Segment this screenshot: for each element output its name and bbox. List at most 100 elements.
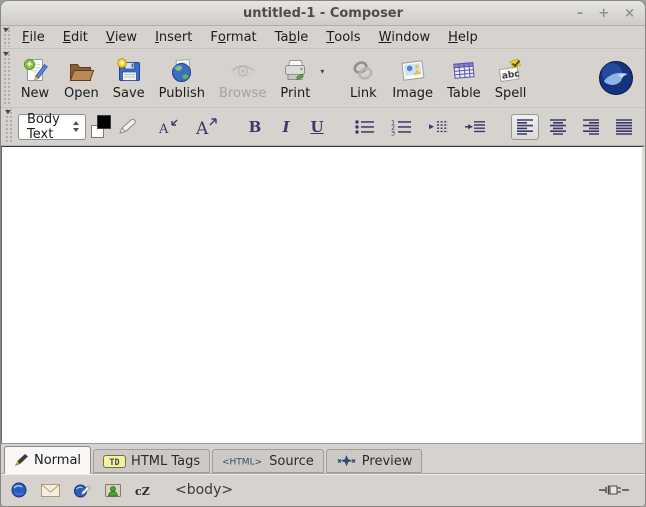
new-page-icon: [20, 56, 50, 86]
print-printer-icon: [280, 56, 310, 86]
toolbar-grippy[interactable]: [2, 51, 11, 105]
text-color-picker[interactable]: [91, 115, 111, 138]
statusbar: cZ <body>: [1, 474, 645, 506]
composer-icon[interactable]: [74, 483, 91, 498]
image-photo-icon: [398, 56, 428, 86]
menu-window[interactable]: Window: [370, 26, 440, 48]
tab-label: Source: [269, 453, 314, 469]
align-center-button[interactable]: [544, 114, 572, 140]
svg-text:A: A: [158, 122, 169, 137]
table-button[interactable]: Table: [440, 54, 488, 103]
paragraph-style-value: Body Text: [27, 111, 60, 142]
tab-preview[interactable]: Preview: [325, 449, 423, 473]
italic-button[interactable]: I: [273, 114, 299, 140]
open-button[interactable]: Open: [57, 54, 106, 103]
titlebar[interactable]: untitled-1 - Composer – + ×: [1, 1, 645, 26]
toolbar-button-label: Browse: [219, 85, 267, 101]
open-folder-icon: [66, 56, 96, 86]
align-center-icon: [550, 119, 566, 135]
menu-table[interactable]: Ta b le: [266, 26, 318, 48]
new-button[interactable]: New: [13, 54, 57, 103]
paragraph-style-spinner[interactable]: [68, 115, 85, 139]
table-grid-icon: [449, 56, 479, 86]
menu-tools[interactable]: Tools: [317, 26, 369, 48]
component-bar: cZ: [11, 482, 153, 498]
bullet-list-icon: [355, 119, 374, 134]
numbered-list-button[interactable]: 123: [386, 114, 418, 140]
toolbar-button-label: Save: [112, 85, 145, 101]
seamonkey-logo[interactable]: [598, 60, 634, 96]
bullet-list-button[interactable]: [349, 114, 381, 140]
toolbar-button-label: Spell: [494, 85, 527, 101]
image-button[interactable]: Image: [385, 54, 440, 103]
tab-html-tags[interactable]: TD HTML Tags: [93, 449, 211, 473]
menubar-grippy[interactable]: [2, 27, 11, 47]
justify-button[interactable]: [610, 114, 638, 140]
publish-globe-icon: [167, 56, 197, 86]
bold-button[interactable]: B: [242, 114, 268, 140]
menu-view[interactable]: View: [97, 26, 146, 48]
browse-eye-icon: [228, 56, 258, 86]
edit-mode-tabbar: Normal TD HTML Tags <HTML> Source Preview: [1, 444, 645, 474]
maximize-button[interactable]: +: [598, 7, 609, 20]
publish-button[interactable]: Publish: [152, 54, 212, 103]
menu-help[interactable]: Help: [439, 26, 487, 48]
highlight-color-button[interactable]: [117, 118, 137, 136]
format-toolbar: Body Text A A B I U 123: [1, 108, 645, 146]
toolbar-buttons: New Open Save Publish Browse Print ▾ Link Image T…: [13, 50, 598, 106]
save-button[interactable]: Save: [106, 54, 152, 103]
menu-edit[interactable]: Edit: [54, 26, 97, 48]
editor-canvas[interactable]: [1, 146, 645, 444]
toolbar-button-label: Publish: [158, 85, 205, 101]
bold-button-label: B: [248, 117, 262, 136]
align-right-button[interactable]: [577, 114, 605, 140]
tab-normal[interactable]: Normal: [4, 446, 92, 474]
mail-envelope-icon[interactable]: [41, 483, 60, 497]
html-tags-td-icon: TD: [103, 454, 127, 468]
link-button[interactable]: Link: [341, 54, 385, 103]
menu-format[interactable]: Fo rmat: [201, 26, 265, 48]
underline-button[interactable]: U: [304, 114, 330, 140]
indent-icon: [465, 120, 485, 132]
toolbar-button-label: New: [20, 85, 50, 101]
align-left-button[interactable]: [511, 113, 539, 140]
indent-button[interactable]: [460, 114, 492, 140]
print-dropdown-arrow-icon[interactable]: ▾: [320, 67, 324, 76]
numbered-list-icon: 123: [391, 118, 411, 136]
text-color-swatch[interactable]: [96, 115, 111, 129]
print-button[interactable]: Print ▾: [273, 54, 324, 103]
tab-source[interactable]: <HTML> Source: [212, 449, 324, 473]
svg-text:cZ: cZ: [135, 485, 150, 497]
spell-button[interactable]: abc Spell: [488, 54, 534, 103]
formatbar-grippy[interactable]: [4, 109, 13, 144]
spinner-down-icon: [73, 128, 80, 132]
svg-text:abc: abc: [501, 69, 520, 81]
browse-button: Browse: [212, 54, 273, 103]
navigator-globe-icon[interactable]: [11, 482, 27, 498]
online-status-button[interactable]: [599, 484, 629, 496]
paragraph-style-select[interactable]: Body Text: [18, 111, 86, 142]
outdent-button[interactable]: [423, 114, 455, 140]
chatzilla-icon[interactable]: cZ: [135, 484, 153, 497]
menu-file[interactable]: File: [13, 26, 54, 48]
toolbar-button-label: Print: [280, 85, 311, 101]
larger-font-button[interactable]: A: [190, 114, 224, 140]
minimize-button[interactable]: –: [577, 7, 584, 20]
smaller-font-button[interactable]: A: [153, 114, 185, 140]
smaller-font-icon: A: [158, 119, 178, 137]
svg-text:A: A: [195, 119, 209, 138]
menubar: File Edit View Insert Fo rmat Ta b le Tools Window…: [1, 26, 645, 49]
spell-check-icon: abc: [496, 56, 526, 86]
preview-icon: [336, 454, 357, 468]
element-breadcrumb[interactable]: <body>: [175, 482, 233, 498]
justify-icon: [616, 119, 632, 135]
main-toolbar: New Open Save Publish Browse Print ▾ Link Image T…: [1, 49, 645, 108]
italic-button-label: I: [282, 117, 290, 136]
tab-label: Normal: [34, 452, 82, 468]
link-chain-icon: [348, 56, 378, 86]
addressbook-icon[interactable]: [105, 483, 121, 497]
svg-text:<HTML>: <HTML>: [222, 458, 262, 468]
menu-insert[interactable]: Insert: [146, 26, 201, 48]
close-button[interactable]: ×: [624, 7, 635, 20]
spinner-up-icon: [73, 121, 80, 125]
